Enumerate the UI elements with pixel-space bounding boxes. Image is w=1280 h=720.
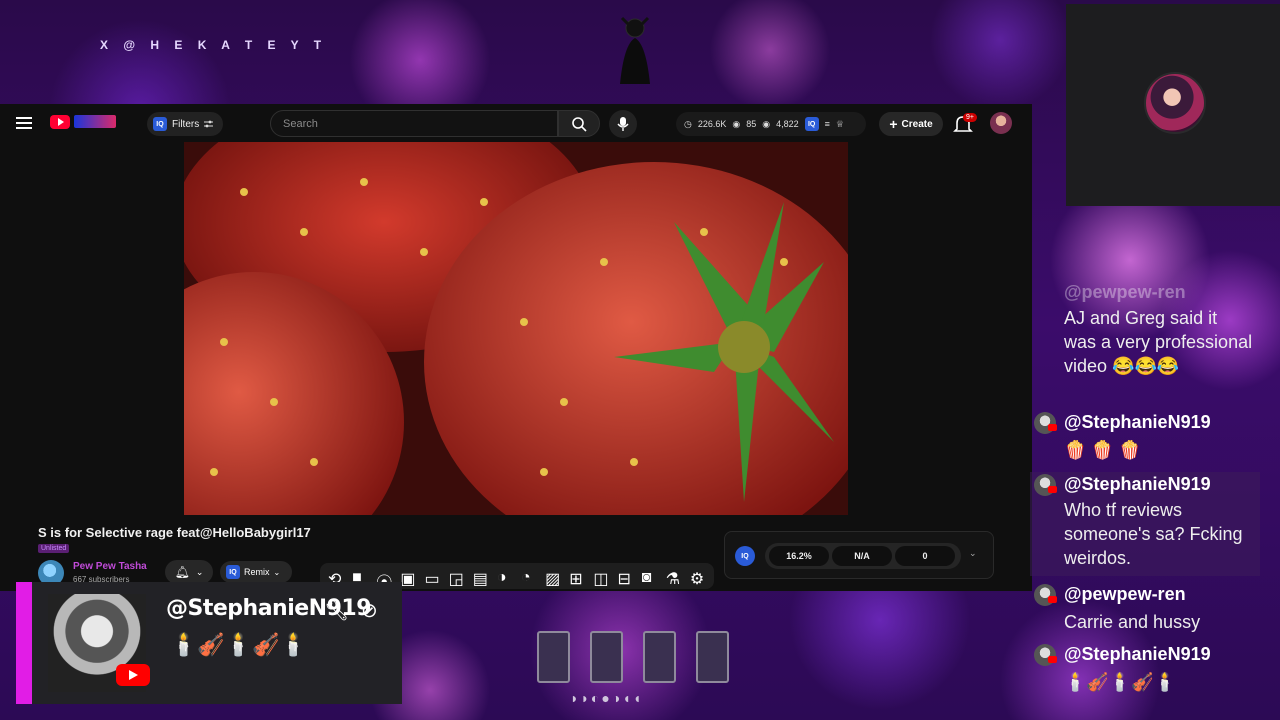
iq-values: 16.2% N/A 0 xyxy=(765,543,961,569)
tarot-card-icon xyxy=(643,631,676,683)
stat-other: 4,822 xyxy=(776,119,799,129)
microphone-icon xyxy=(617,117,629,131)
create-label: Create xyxy=(901,118,933,130)
tarot-card-icon xyxy=(590,631,623,683)
ban-icon: ⊘ xyxy=(360,600,378,622)
chat-text: Carrie and hussy xyxy=(1064,612,1201,632)
streamer-avatar xyxy=(1144,72,1206,134)
chat-message: @StephanieN919 Who tf reviews someone's … xyxy=(1030,472,1260,576)
alert-message: 🕯️🎻🕯️🎻🕯️ xyxy=(170,632,307,657)
notification-count-badge: 9+ xyxy=(963,113,977,122)
chat-author: @StephanieN919 xyxy=(1064,412,1211,432)
video-player[interactable] xyxy=(184,142,848,515)
unlisted-badge: Unlisted xyxy=(38,544,70,553)
youtube-badge-icon xyxy=(1048,424,1057,431)
add-image-icon[interactable]: ⊞ xyxy=(569,569,585,588)
search-button[interactable] xyxy=(558,110,600,137)
palette-icon[interactable]: ◑ xyxy=(497,569,513,586)
iq-badge: IQ xyxy=(153,117,167,131)
speed-icon[interactable]: ◔ xyxy=(521,569,537,586)
chat-author: @pewpew-ren xyxy=(1064,584,1186,604)
theater-icon[interactable]: ▭ xyxy=(425,569,441,588)
filters-button[interactable]: IQ Filters xyxy=(147,112,224,136)
wrench-icon: 🔧︎ xyxy=(324,600,350,622)
channel-name[interactable]: Pew Pew Tasha xyxy=(73,561,147,572)
youtube-badge-icon xyxy=(1048,486,1057,493)
layout-icon[interactable]: ⊟ xyxy=(618,569,634,588)
filmstrip-icon[interactable]: ▤ xyxy=(473,569,489,588)
tarot-cards xyxy=(537,631,729,683)
iq-badge: IQ xyxy=(226,565,240,579)
iq-value-2: N/A xyxy=(832,546,892,566)
chevron-down-icon: ⌄ xyxy=(273,567,281,577)
search-input[interactable]: Search xyxy=(270,110,558,137)
alert-accent-bar xyxy=(16,582,32,704)
video-frame-strawberries xyxy=(184,142,848,515)
chat-text: 🍿 🍿 🍿 xyxy=(1064,440,1142,460)
eye-icon: ◉ xyxy=(762,118,771,129)
youtube-wordmark[interactable] xyxy=(74,115,116,128)
iq-value-1: 16.2% xyxy=(769,546,829,566)
chevron-down-icon[interactable]: ⌄ xyxy=(969,548,977,559)
youtube-badge-icon xyxy=(116,664,150,686)
gear-icon[interactable]: ⚙ xyxy=(690,569,706,588)
tarot-card-icon xyxy=(696,631,729,683)
chat-alert-box: @StephanieN919 🔧︎ ⊘ 🕯️🎻🕯️🎻🕯️ xyxy=(16,582,402,704)
chat-author: @StephanieN919 xyxy=(1064,474,1211,494)
image-icon[interactable]: ▨ xyxy=(545,569,561,588)
flask-icon[interactable]: ⚗ xyxy=(666,569,682,588)
subscribe-bell-button[interactable]: 🔔︎ ⌄ xyxy=(165,560,213,584)
list-icon[interactable]: ≡ xyxy=(825,119,830,129)
chat-author: @StephanieN919 xyxy=(1064,644,1211,664)
broadcast-icon[interactable]: ⦿ xyxy=(376,569,392,592)
eye-icon: ◉ xyxy=(732,118,741,129)
channel-stats: ◷ 226.6K ◉ 85 ◉ 4,822 IQ ≡ ♕ xyxy=(676,112,866,136)
camera-icon[interactable]: ◙ xyxy=(642,569,658,586)
split-icon[interactable]: ◫ xyxy=(593,569,609,588)
youtube-logo-icon[interactable] xyxy=(50,115,70,129)
iq-value-3: 0 xyxy=(895,546,955,566)
chat-text: AJ and Greg said it was a very professio… xyxy=(1064,308,1253,376)
youtube-badge-icon xyxy=(1048,596,1057,603)
loop-icon[interactable]: ⟲ xyxy=(328,569,344,588)
youtube-badge-icon xyxy=(1048,656,1057,663)
account-avatar[interactable] xyxy=(990,112,1012,134)
iq-badge[interactable]: IQ xyxy=(804,117,819,131)
youtube-topbar: IQ Filters Search ◷ 226.6K ◉ 85 ◉ 4,822 … xyxy=(0,104,1032,142)
youtube-window: IQ Filters Search ◷ 226.6K ◉ 85 ◉ 4,822 … xyxy=(0,104,1032,592)
webcam-panel xyxy=(1066,4,1280,206)
x-handle: X @ H E K A T E Y T xyxy=(100,38,328,52)
voice-search-button[interactable] xyxy=(609,110,637,138)
video-title: S is for Selective rage feat@HelloBabygi… xyxy=(38,525,311,540)
chevron-down-icon: ⌄ xyxy=(195,566,204,577)
remix-button[interactable]: IQ Remix ⌄ xyxy=(220,561,292,583)
search-icon xyxy=(572,116,587,132)
iq-stats-panel: IQ 16.2% N/A 0 ⌄ xyxy=(724,531,994,579)
create-button[interactable]: + Create xyxy=(879,112,943,136)
iq-logo-icon: IQ xyxy=(735,546,755,566)
clock-icon: ◷ xyxy=(684,118,692,129)
chat-text: 🕯️🎻🕯️🎻🕯️ xyxy=(1064,672,1177,692)
remix-label: Remix xyxy=(244,567,270,577)
tarot-card-icon xyxy=(537,631,570,683)
miniplayer-icon[interactable]: ◲ xyxy=(449,569,465,588)
stat-views: 226.6K xyxy=(697,119,727,129)
trophy-icon[interactable]: ♕ xyxy=(836,119,844,130)
chat-author: @pewpew-ren xyxy=(1064,282,1186,302)
chat-text: Who tf reviews someone's sa? Fcking weir… xyxy=(1064,500,1243,568)
plus-icon: + xyxy=(889,116,898,132)
sliders-icon xyxy=(204,120,214,128)
stat-watching: 85 xyxy=(746,119,757,129)
stop-icon[interactable]: ■ xyxy=(352,569,368,586)
filters-label: Filters xyxy=(172,118,200,130)
goddess-logo-icon xyxy=(620,16,650,84)
bell-icon: 🔔︎ xyxy=(174,565,190,579)
moon-phases-icon: ◗◗◐●◑◖◖ xyxy=(570,690,644,706)
alert-badges: 🔧︎ ⊘ xyxy=(324,598,378,623)
menu-icon[interactable] xyxy=(14,114,34,132)
watch-later-icon[interactable]: ▣ xyxy=(400,569,416,588)
